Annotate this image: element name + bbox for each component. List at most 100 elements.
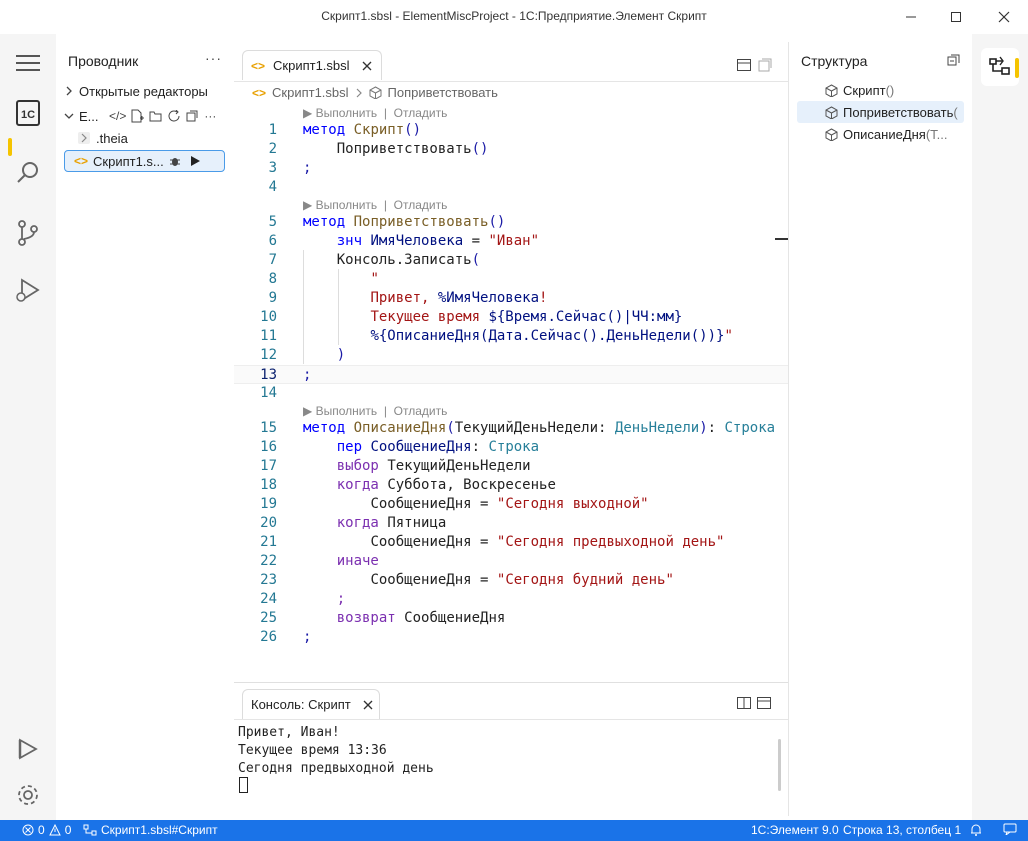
explorer-title: Проводник <box>68 53 139 69</box>
breadcrumb-file[interactable]: Скрипт1.sbsl <box>272 85 349 100</box>
maximize-button[interactable] <box>945 6 967 28</box>
play-icon[interactable] <box>189 155 201 167</box>
open-editors-label: Открытые редакторы <box>79 83 208 99</box>
explorer-view-button[interactable]: 1C <box>11 96 45 130</box>
feedback-button[interactable] <box>1003 823 1017 835</box>
code-line: 6 знч ИмяЧеловека = "Иван" <box>268 233 540 249</box>
hamburger-icon <box>16 55 40 71</box>
code-file-icon: <> <box>74 154 89 168</box>
error-count: 0 <box>38 823 45 837</box>
code-line: 7 Консоль.Записать( <box>268 252 481 268</box>
codelens-debug[interactable]: Отладить <box>394 198 448 212</box>
code-line: 20 когда Пятница <box>260 515 447 531</box>
status-bar: 0 0 Скрипт1.sbsl#Скрипт 1С:Элемент 9.0 С… <box>0 820 1028 841</box>
structure-panel: Структура Скрипт() Поприветствовать( Опи… <box>788 42 972 816</box>
settings-button[interactable] <box>11 778 45 812</box>
code-line: 8 " <box>268 271 379 287</box>
codelens-run[interactable]: Выполнить <box>316 106 378 120</box>
open-editors-section[interactable]: Открытые редакторы <box>56 80 234 102</box>
console-input-cursor[interactable] <box>239 777 248 793</box>
code-line: 17 выбор ТекущийДеньНедели <box>260 458 531 474</box>
codelens-debug[interactable]: Отладить <box>394 106 448 120</box>
console-scrollbar[interactable] <box>778 739 781 791</box>
console-output-line: Сегодня предвыходной день <box>238 761 434 776</box>
cursor-position[interactable]: Строка 13, столбец 1 <box>843 823 961 837</box>
method-cube-icon <box>825 105 838 119</box>
source-control-view-button[interactable] <box>11 216 45 250</box>
project-more-icon[interactable]: ··· <box>204 109 216 123</box>
code-file-icon: <> <box>252 85 267 100</box>
structure-item-greet[interactable]: Поприветствовать( <box>797 101 964 123</box>
active-view-marker <box>8 138 12 156</box>
file-row-script1[interactable]: <> Скрипт1.s... <box>64 150 225 172</box>
collapse-all-icon[interactable] <box>186 110 199 123</box>
context-label: Скрипт1.sbsl#Скрипт <box>101 823 218 837</box>
maximize-panel-icon[interactable] <box>757 697 771 709</box>
code-line: 3; <box>268 160 312 176</box>
split-editor-icon[interactable] <box>737 59 751 71</box>
menu-button[interactable] <box>11 46 45 80</box>
indent-guide <box>338 269 339 345</box>
notifications-button[interactable] <box>970 823 982 836</box>
right-activity-bar <box>972 34 1028 820</box>
project-section[interactable]: E... </> ··· <box>56 105 234 127</box>
close-icon[interactable] <box>362 61 372 71</box>
console-output-line: Текущее время 13:36 <box>238 743 387 758</box>
code-line: 23 СообщениеДня = "Сегодня будний день" <box>260 572 674 588</box>
chevron-down-icon <box>64 111 74 121</box>
search-view-button[interactable] <box>11 156 45 190</box>
close-button[interactable] <box>993 6 1015 28</box>
code-line: 26; <box>260 629 312 645</box>
new-file-icon[interactable] <box>131 109 145 123</box>
tab-script1[interactable]: <> Скрипт1.sbsl <box>242 50 382 80</box>
code-line: 16 пер СообщениеДня: Строка <box>260 439 540 455</box>
source-control-icon <box>18 220 38 246</box>
structure-item-script[interactable]: Скрипт() <box>797 79 964 101</box>
console-panel: Консоль: Скрипт Привет, Иван! Текущее вр… <box>234 682 788 816</box>
code-line: 22 иначе <box>260 553 379 569</box>
title-bar: Скрипт1.sbsl - ElementMiscProject - 1С:П… <box>0 0 1028 34</box>
breadcrumb: <> Скрипт1.sbsl Поприветствовать <box>252 85 498 100</box>
editor-area: <> Скрипт1.sbsl <> Скрипт1.sbsl Попривет… <box>234 42 788 682</box>
split-panel-icon[interactable] <box>737 697 751 709</box>
code-line: 11 %{ОписаниеДня(Дата.Сейчас().ДеньНедел… <box>260 328 733 344</box>
context-indicator[interactable]: Скрипт1.sbsl#Скрипт <box>83 823 218 837</box>
code-line: 14 <box>260 385 277 401</box>
close-icon[interactable] <box>363 700 373 710</box>
run-debug-icon <box>16 278 40 302</box>
chat-icon <box>1003 823 1017 835</box>
code-line: 19 СообщениеДня = "Сегодня выходной" <box>260 496 649 512</box>
debug-bug-icon[interactable] <box>169 155 181 167</box>
open-preview-icon[interactable] <box>758 58 772 72</box>
structure-item-daydesc[interactable]: ОписаниеДня (Т... <box>797 123 964 145</box>
run-button[interactable] <box>11 732 45 766</box>
structure-view-button[interactable] <box>981 48 1019 86</box>
code-icon[interactable]: </> <box>109 109 126 123</box>
maximize-icon <box>951 12 961 22</box>
overview-ruler-mark <box>775 238 788 240</box>
code-line: 15 метод ОписаниеДня(ТекущийДеньНедели: Д… <box>260 420 776 436</box>
codelens-run[interactable]: Выполнить <box>316 198 378 212</box>
warning-count: 0 <box>64 823 72 837</box>
explorer-panel: Проводник ··· Открытые редакторы E... </… <box>56 42 234 816</box>
problems-indicator[interactable]: 0 0 <box>22 823 71 837</box>
tab-console[interactable]: Консоль: Скрипт <box>242 689 380 719</box>
search-icon <box>17 162 38 183</box>
code-line: 18 когда Суббота, Воскресенье <box>260 477 556 493</box>
codelens-run[interactable]: Выполнить <box>316 404 378 418</box>
theia-folder-row[interactable]: .theia <box>56 127 234 149</box>
code-line-current: 13; <box>234 365 788 384</box>
code-line: 9 Привет, %ИмяЧеловека! <box>268 290 548 306</box>
explorer-more-button[interactable]: ··· <box>205 50 222 66</box>
warning-icon <box>48 824 61 836</box>
code-line: 1 метод Скрипт() <box>268 122 422 138</box>
codelens-debug[interactable]: Отладить <box>394 404 448 418</box>
run-debug-view-button[interactable] <box>11 274 45 308</box>
breadcrumb-symbol[interactable]: Поприветствовать <box>388 85 498 100</box>
collapse-all-icon[interactable] <box>947 54 960 67</box>
close-icon <box>998 11 1010 23</box>
new-folder-icon[interactable] <box>149 110 163 123</box>
refresh-icon[interactable] <box>168 109 181 123</box>
minimize-button[interactable] <box>900 6 922 28</box>
console-tab-label: Консоль: Скрипт <box>251 697 351 712</box>
